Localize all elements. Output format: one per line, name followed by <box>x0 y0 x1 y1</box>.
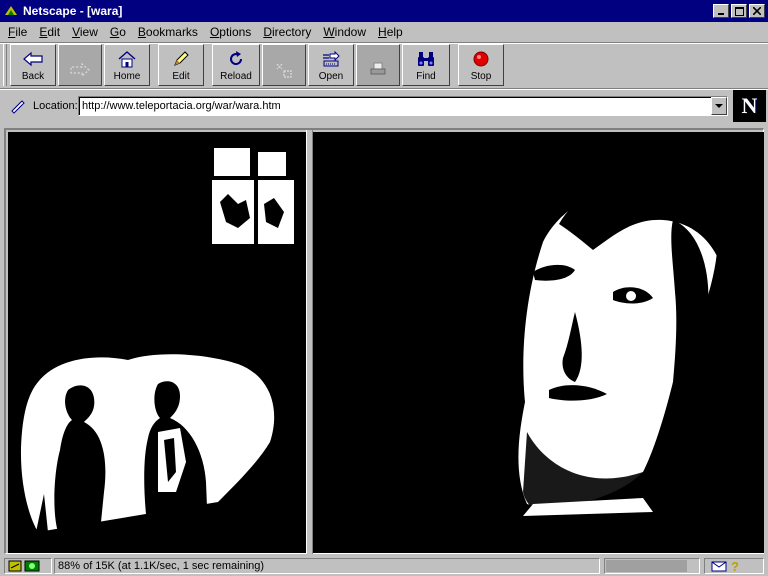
left-frame[interactable] <box>8 132 306 553</box>
menu-view[interactable]: View <box>66 22 104 42</box>
reload-label: Reload <box>220 71 252 82</box>
home-button[interactable]: Home <box>104 44 150 86</box>
toolbar: Back Home Edit Reload Open Find Stop <box>0 42 768 88</box>
location-bar: Location: <box>0 90 768 122</box>
forward-arrow-icon <box>70 62 90 78</box>
menu-bookmarks[interactable]: Bookmarks <box>132 22 204 42</box>
right-frame-image <box>313 132 764 553</box>
left-frame-image <box>8 132 306 553</box>
menu-directory[interactable]: Directory <box>257 22 317 42</box>
menu-go[interactable]: Go <box>104 22 132 42</box>
binoculars-icon <box>418 52 434 66</box>
close-icon <box>753 7 761 15</box>
menu-edit[interactable]: Edit <box>33 22 66 42</box>
status-text: 88% of 15K (at 1.1K/sec, 1 sec remaining… <box>58 560 265 572</box>
back-label: Back <box>21 71 45 82</box>
menu-bar: File Edit View Go Bookmarks Options Directory W… <box>0 22 768 42</box>
images-button[interactable] <box>262 44 306 86</box>
minimize-button[interactable] <box>713 4 729 18</box>
stop-button[interactable]: Stop <box>458 44 504 86</box>
images-icon <box>276 63 292 78</box>
url-input[interactable] <box>78 96 728 116</box>
menu-window[interactable]: Window <box>317 22 372 42</box>
edit-label: Edit <box>172 71 190 82</box>
back-arrow-icon <box>23 51 43 67</box>
svg-text:?: ? <box>731 559 739 573</box>
right-frame[interactable] <box>313 132 764 553</box>
edit-button[interactable]: Edit <box>158 44 204 86</box>
security-section[interactable] <box>4 558 52 574</box>
maximize-button[interactable] <box>731 4 747 18</box>
content-area <box>4 128 764 554</box>
forward-button[interactable] <box>58 44 102 86</box>
toolbar-grip[interactable] <box>3 44 7 86</box>
chevron-down-icon <box>715 103 723 108</box>
open-icon <box>323 50 340 67</box>
open-button[interactable]: Open <box>308 44 354 86</box>
window-title: Netscape - [wara] <box>23 4 123 18</box>
netscape-icon <box>3 3 19 19</box>
location-label: Location: <box>33 100 78 112</box>
help-icon[interactable]: ? <box>729 559 741 573</box>
stop-icon <box>473 51 489 67</box>
frame-divider[interactable] <box>306 130 313 554</box>
netscape-logo[interactable]: N <box>733 90 766 122</box>
home-icon <box>118 51 136 68</box>
reload-button[interactable]: Reload <box>212 44 260 86</box>
bookmark-icon[interactable] <box>9 97 27 115</box>
status-bar: 88% of 15K (at 1.1K/sec, 1 sec remaining… <box>0 556 768 576</box>
print-button[interactable] <box>356 44 400 86</box>
home-label: Home <box>113 71 141 82</box>
find-button[interactable]: Find <box>402 44 450 86</box>
status-icons-section: ? <box>704 558 764 574</box>
progress-bar <box>604 558 700 574</box>
title-bar: Netscape - [wara] <box>0 0 768 22</box>
stop-label: Stop <box>470 71 492 82</box>
menu-file[interactable]: File <box>2 22 33 42</box>
status-text-section: 88% of 15K (at 1.1K/sec, 1 sec remaining… <box>54 558 600 574</box>
progress-fill <box>606 560 687 572</box>
find-label: Find <box>416 71 436 82</box>
print-icon <box>370 62 386 75</box>
minimize-icon <box>718 13 724 15</box>
close-button[interactable] <box>749 4 765 18</box>
security-key-icon <box>8 560 40 572</box>
menu-options[interactable]: Options <box>204 22 257 42</box>
mail-icon[interactable] <box>711 559 727 573</box>
pencil-icon <box>174 51 189 66</box>
menu-help[interactable]: Help <box>372 22 409 42</box>
netscape-logo-letter: N <box>741 93 758 118</box>
reload-icon <box>230 51 243 66</box>
back-button[interactable]: Back <box>10 44 56 86</box>
open-label: Open <box>318 71 344 82</box>
maximize-icon <box>734 6 744 16</box>
url-dropdown-button[interactable] <box>711 97 727 115</box>
